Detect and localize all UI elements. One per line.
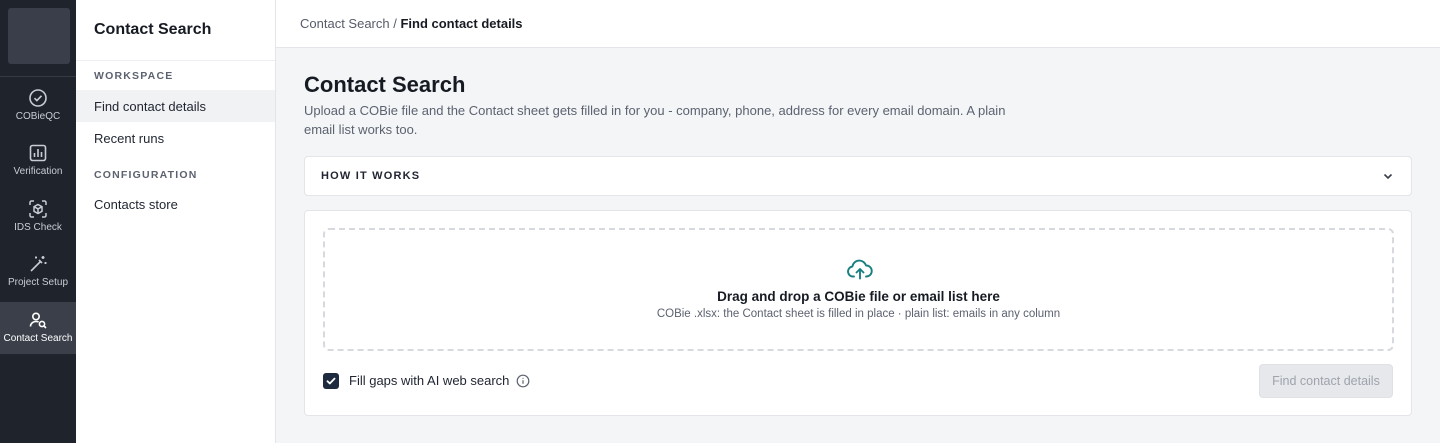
breadcrumb-separator: /	[389, 16, 401, 31]
rail-item-project-setup[interactable]: Project Setup	[0, 246, 76, 298]
how-it-works-label: HOW IT WORKS	[321, 170, 421, 182]
icon-rail: COBieQC Verification IDS Check Project S…	[0, 0, 76, 443]
dropzone-subtitle: COBie .xlsx: the Contact sheet is filled…	[656, 308, 1061, 320]
user-search-icon	[29, 312, 47, 329]
sidebar-title: Contact Search	[94, 21, 212, 38]
upload-card: Drag and drop a COBie file or email list…	[304, 210, 1412, 416]
ai-search-checkbox[interactable]	[323, 373, 339, 389]
sidebar-item-find-contact-details[interactable]: Find contact details	[76, 90, 275, 122]
breadcrumb: Contact Search / Find contact details	[300, 16, 523, 31]
breadcrumb-parent[interactable]: Contact Search	[300, 16, 390, 31]
breadcrumb-current: Find contact details	[400, 16, 523, 31]
find-contact-details-button[interactable]: Find contact details	[1259, 364, 1393, 398]
cube-scan-icon	[29, 200, 47, 218]
rail-item-label: Contact Search	[3, 333, 73, 344]
checkmark-icon	[326, 377, 336, 385]
rail-item-contact-search[interactable]: Contact Search	[0, 302, 76, 354]
sidebar-divider	[76, 60, 275, 61]
how-it-works-accordion[interactable]: HOW IT WORKS	[304, 156, 1412, 196]
info-icon[interactable]	[516, 374, 530, 388]
sidebar-section-workspace: WORKSPACE	[94, 70, 174, 82]
check-circle-icon	[29, 89, 47, 107]
rail-item-label: Project Setup	[7, 277, 69, 288]
ai-search-label[interactable]: Fill gaps with AI web search	[349, 373, 509, 388]
top-bar: Contact Search / Find contact details	[276, 0, 1440, 48]
rail-item-ids-check[interactable]: IDS Check	[0, 191, 76, 243]
rail-item-label: Verification	[13, 166, 63, 177]
bar-chart-icon	[29, 144, 47, 162]
dropzone-title: Drag and drop a COBie file or email list…	[717, 289, 1000, 304]
magic-wand-icon	[30, 256, 47, 272]
sidebar-section-configuration: CONFIGURATION	[94, 169, 198, 181]
sidebar-item-contacts-store[interactable]: Contacts store	[76, 188, 275, 220]
rail-divider	[0, 76, 76, 77]
rail-item-label: COBieQC	[15, 111, 61, 122]
chevron-down-icon	[1383, 173, 1393, 180]
cloud-upload-icon	[847, 259, 873, 280]
sidebar-item-recent-runs[interactable]: Recent runs	[76, 122, 275, 154]
secondary-sidebar: Contact Search WORKSPACE Find contact de…	[76, 0, 276, 443]
file-dropzone[interactable]: Drag and drop a COBie file or email list…	[323, 228, 1394, 351]
app-logo[interactable]	[8, 8, 70, 64]
rail-item-verification[interactable]: Verification	[0, 135, 76, 187]
rail-item-cobieqc[interactable]: COBieQC	[0, 80, 76, 132]
rail-item-label: IDS Check	[14, 222, 62, 233]
page-title: Contact Search	[304, 72, 466, 97]
page-description: Upload a COBie file and the Contact shee…	[304, 103, 1006, 137]
